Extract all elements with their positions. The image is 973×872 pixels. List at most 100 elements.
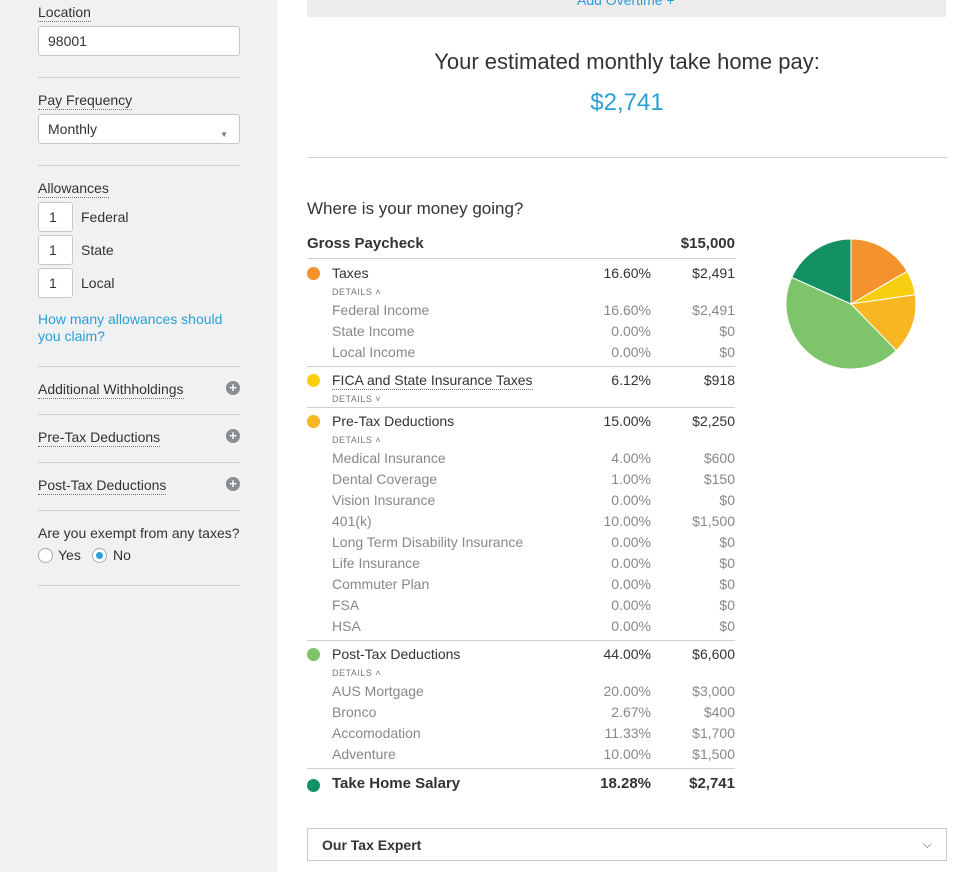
line-item-percent: 20.00% — [603, 683, 651, 699]
line-item-percent: 10.00% — [603, 513, 651, 529]
plus-circle-icon[interactable]: + — [226, 381, 240, 395]
details-toggle[interactable]: DETAILS ˄ — [332, 668, 381, 678]
category-percent: 6.12% — [611, 372, 651, 388]
line-item-percent: 11.33% — [604, 725, 651, 741]
gross-paycheck-row: Gross Paycheck $15,000 — [307, 235, 735, 259]
category-name: Post-Tax Deductions — [332, 646, 461, 662]
line-item-amount: $1,500 — [692, 513, 735, 529]
details-toggle[interactable]: DETAILS ˅ — [332, 394, 381, 404]
line-item-amount: $600 — [703, 450, 735, 466]
allowance-federal-input[interactable]: 1 — [38, 202, 73, 232]
exempt-yes-label: Yes — [58, 547, 81, 563]
take-home-amount: $2,741 — [689, 775, 735, 792]
category-color-dot — [307, 374, 320, 387]
line-item-row: Local Income 0.00% $0 — [307, 344, 735, 365]
category-name: Pre-Tax Deductions — [332, 413, 455, 429]
divider — [38, 414, 240, 415]
line-item-percent: 0.00% — [611, 344, 651, 360]
add-overtime-link[interactable]: Add Overtime + — [577, 0, 675, 8]
exempt-no-label: No — [113, 547, 131, 563]
category-color-dot — [307, 779, 320, 792]
exempt-yes-radio[interactable] — [38, 548, 53, 563]
divider — [38, 165, 240, 166]
plus-circle-icon[interactable]: + — [226, 429, 240, 443]
line-item-name: Adventure — [332, 746, 396, 762]
line-item-row: AUS Mortgage 20.00% $3,000 — [307, 683, 735, 704]
line-item-amount: $2,491 — [692, 302, 735, 318]
category-row: Pre-Tax Deductions 15.00% $2,250 — [307, 413, 735, 434]
chevron-up-icon: ˄ — [372, 435, 382, 445]
line-item-amount: $0 — [719, 492, 735, 508]
details-label: DETAILS — [332, 287, 373, 297]
line-item-percent: 2.67% — [611, 704, 651, 720]
line-item-row: Vision Insurance 0.00% $0 — [307, 492, 735, 513]
tax-expert-accordion[interactable]: Our Tax Expert ⌵ — [307, 828, 947, 861]
line-item-name: AUS Mortgage — [332, 683, 424, 699]
pay-frequency-select[interactable]: Monthly ▼ — [38, 114, 240, 144]
tax-expert-label: Our Tax Expert — [322, 837, 422, 853]
allowance-local-label: Local — [81, 275, 115, 291]
post-tax-deductions-toggle[interactable]: Post-Tax Deductions — [38, 477, 167, 495]
details-toggle[interactable]: DETAILS ˄ — [332, 435, 381, 445]
pay-frequency-label: Pay Frequency — [38, 92, 133, 110]
line-item-name: Bronco — [332, 704, 377, 720]
plus-circle-icon[interactable]: + — [226, 477, 240, 491]
category-amount: $918 — [703, 372, 735, 388]
category-row: Post-Tax Deductions 44.00% $6,600 — [307, 646, 735, 667]
divider — [38, 462, 240, 463]
line-item-name: Local Income — [332, 344, 416, 360]
category-amount: $2,250 — [692, 413, 735, 429]
allowance-local-input[interactable]: 1 — [38, 268, 73, 298]
line-item-name: 401(k) — [332, 513, 372, 529]
line-item-row: Long Term Disability Insurance 0.00% $0 — [307, 534, 735, 555]
category-percent: 15.00% — [603, 413, 651, 429]
location-label: Location — [38, 4, 91, 22]
line-item-row: Federal Income 16.60% $2,491 — [307, 302, 735, 323]
line-item-amount: $150 — [703, 471, 735, 487]
line-item-name: Long Term Disability Insurance — [332, 534, 524, 550]
divider — [38, 366, 240, 367]
chevron-up-icon: ˄ — [372, 287, 382, 297]
line-item-row: Bronco 2.67% $400 — [307, 704, 735, 725]
line-item-name: Federal Income — [332, 302, 430, 318]
row-divider — [307, 407, 735, 408]
line-item-row: Dental Coverage 1.00% $150 — [307, 471, 735, 492]
allowances-label: Allowances — [38, 180, 109, 198]
line-item-row: 401(k) 10.00% $1,500 — [307, 513, 735, 534]
line-item-amount: $3,000 — [692, 683, 735, 699]
line-item-name: Accomodation — [332, 725, 421, 741]
category-amount: $2,491 — [692, 265, 735, 281]
divider — [307, 157, 947, 158]
line-item-percent: 0.00% — [611, 492, 651, 508]
details-toggle[interactable]: DETAILS ˄ — [332, 287, 381, 297]
row-divider — [307, 768, 735, 769]
exempt-no-radio[interactable] — [92, 548, 107, 563]
pre-tax-deductions-toggle[interactable]: Pre-Tax Deductions — [38, 429, 161, 447]
line-item-row: Commuter Plan 0.00% $0 — [307, 576, 735, 597]
category-name[interactable]: FICA and State Insurance Taxes — [332, 372, 533, 390]
breakdown-pie-chart — [785, 238, 917, 370]
allowance-state-input[interactable]: 1 — [38, 235, 73, 265]
add-overtime-bar[interactable]: Add Overtime + — [307, 0, 946, 17]
breakdown-title: Where is your money going? — [307, 199, 524, 218]
pay-frequency-value: Monthly — [48, 121, 98, 137]
category-color-dot — [307, 648, 320, 661]
line-item-name: Life Insurance — [332, 555, 420, 571]
row-divider — [307, 366, 735, 367]
line-item-percent: 0.00% — [611, 534, 651, 550]
line-item-amount: $1,700 — [692, 725, 735, 741]
line-item-name: Medical Insurance — [332, 450, 446, 466]
row-divider — [307, 640, 735, 641]
line-item-amount: $0 — [719, 534, 735, 550]
details-label: DETAILS — [332, 668, 373, 678]
line-item-amount: $1,500 — [692, 746, 735, 762]
line-item-row: Adventure 10.00% $1,500 — [307, 746, 735, 767]
take-home-percent: 18.28% — [600, 775, 651, 792]
line-item-row: HSA 0.00% $0 — [307, 618, 735, 639]
divider — [38, 77, 240, 78]
additional-withholdings-toggle[interactable]: Additional Withholdings — [38, 381, 184, 399]
line-item-percent: 4.00% — [611, 450, 651, 466]
line-item-amount: $400 — [703, 704, 735, 720]
allowances-help-link[interactable]: How many allowances should you claim? — [38, 311, 238, 345]
location-input[interactable]: 98001 — [38, 26, 240, 56]
